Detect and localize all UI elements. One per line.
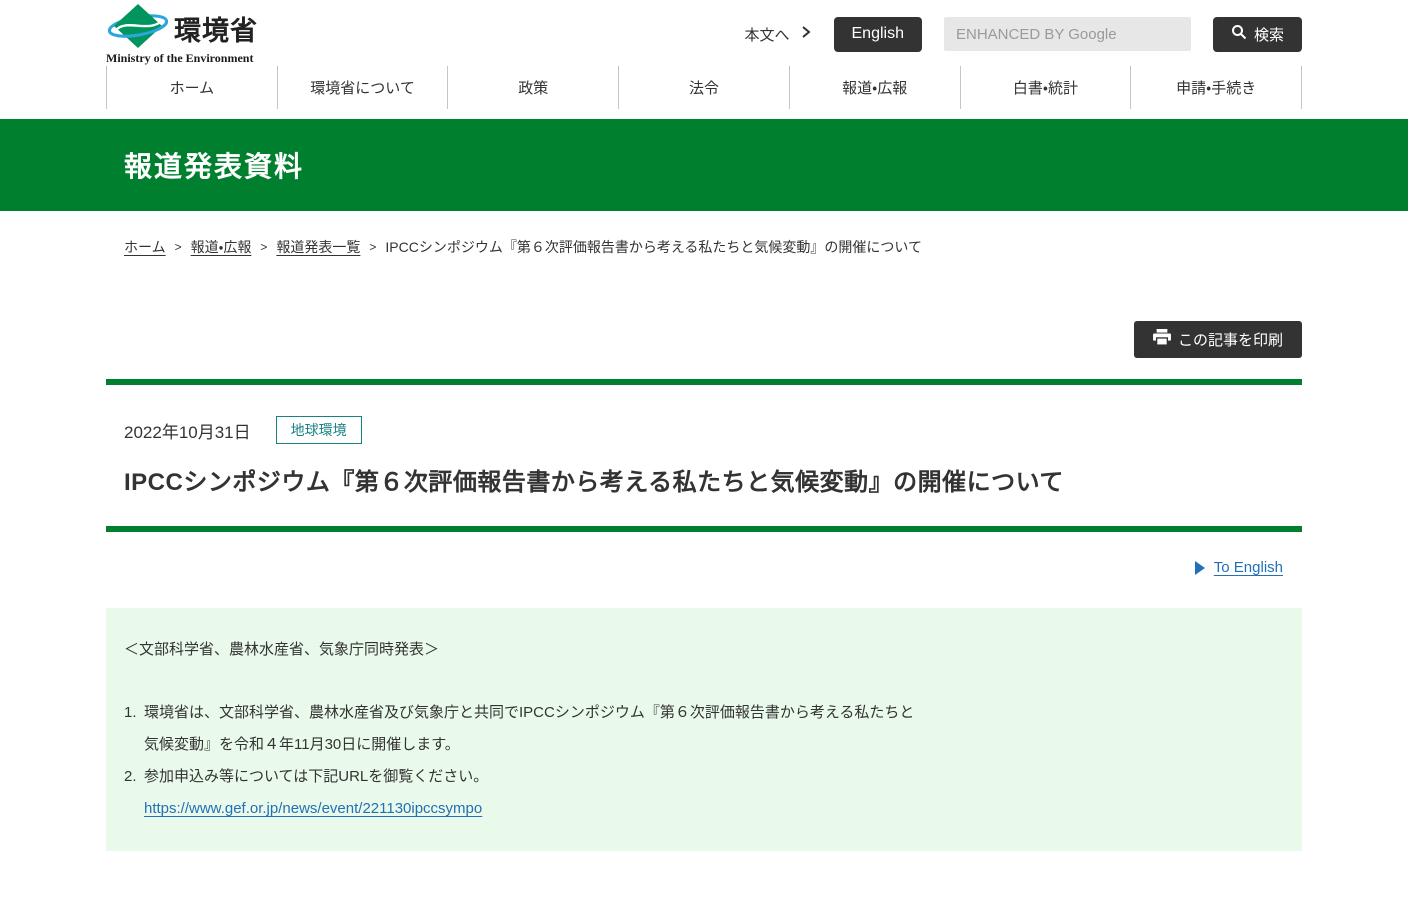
joint-release-note: ＜文部科学省、農林水産省、気象庁同時発表＞ bbox=[124, 638, 1282, 659]
item-1-line-2: 気候変動』を令和４年11月30日に開催します。 bbox=[144, 729, 1282, 761]
moe-logo-icon bbox=[106, 3, 170, 54]
breadcrumb-separator: > bbox=[175, 240, 182, 254]
page-banner-title: 報道発表資料 bbox=[106, 145, 1302, 185]
announcement-item-2: 2. 参加申込み等については下記URLを御覧ください。 https://www.… bbox=[124, 761, 1282, 825]
breadcrumb-link-press[interactable]: 報道・広報 bbox=[191, 237, 252, 257]
nav-item-press[interactable]: 報道・広報 bbox=[789, 66, 960, 109]
global-nav: ホーム 環境省について 政策 法令 報道・広報 白書・統計 申請・手続き bbox=[106, 66, 1302, 109]
nav-item-application[interactable]: 申請・手続き bbox=[1130, 66, 1302, 109]
article: この記事を印刷 2022年10月31日 地球環境 IPCCシンポジウム『第６次評… bbox=[106, 321, 1302, 851]
logo-subtitle: Ministry of the Environment bbox=[106, 51, 258, 66]
item-number: 1. bbox=[124, 697, 144, 761]
print-button-label: この記事を印刷 bbox=[1178, 329, 1283, 350]
english-button-label: English bbox=[852, 25, 904, 43]
breadcrumb-link-home[interactable]: ホーム bbox=[124, 237, 166, 257]
triangle-right-icon bbox=[1195, 561, 1205, 575]
nav-item-about[interactable]: 環境省について bbox=[277, 66, 448, 109]
print-article-button[interactable]: この記事を印刷 bbox=[1134, 321, 1302, 358]
search-button-label: 検索 bbox=[1254, 24, 1284, 45]
skip-link-label: 本文へ bbox=[744, 24, 789, 45]
green-divider-bottom bbox=[106, 526, 1302, 532]
breadcrumb-link-press-list[interactable]: 報道発表一覧 bbox=[276, 237, 360, 257]
moe-logo[interactable]: 環境省 Ministry of the Environment bbox=[106, 3, 258, 66]
symposium-url-link[interactable]: https://www.gef.or.jp/news/event/221130i… bbox=[144, 800, 482, 817]
article-date: 2022年10月31日 bbox=[124, 418, 251, 443]
chevron-right-icon bbox=[800, 25, 812, 43]
skip-to-content-link[interactable]: 本文へ bbox=[744, 24, 811, 45]
nav-item-policy[interactable]: 政策 bbox=[447, 66, 618, 109]
breadcrumb: ホーム > 報道・広報 > 報道発表一覧 > IPCCシンポジウム『第６次評価報… bbox=[106, 237, 1302, 257]
category-badge[interactable]: 地球環境 bbox=[276, 416, 362, 444]
breadcrumb-current: IPCCシンポジウム『第６次評価報告書から考える私たちと気候変動』の開催について bbox=[385, 237, 922, 257]
item-number: 2. bbox=[124, 761, 144, 825]
breadcrumb-separator: > bbox=[260, 240, 267, 254]
page-banner: 報道発表資料 bbox=[0, 119, 1408, 211]
printer-icon bbox=[1153, 329, 1171, 350]
green-divider-top bbox=[106, 379, 1302, 385]
logo-title: 環境省 bbox=[174, 9, 258, 48]
item-1-line-1: 環境省は、文部科学省、農林水産省及び気象庁と共同でIPCCシンポジウム『第６次評… bbox=[144, 697, 1282, 729]
announcement-item-1: 1. 環境省は、文部科学省、農林水産省及び気象庁と共同でIPCCシンポジウム『第… bbox=[124, 697, 1282, 761]
nav-item-home[interactable]: ホーム bbox=[106, 66, 277, 109]
nav-item-laws[interactable]: 法令 bbox=[618, 66, 789, 109]
nav-item-whitepaper[interactable]: 白書・統計 bbox=[960, 66, 1131, 109]
announcement-box: ＜文部科学省、農林水産省、気象庁同時発表＞ 1. 環境省は、文部科学省、農林水産… bbox=[106, 608, 1302, 851]
search-icon bbox=[1231, 24, 1247, 44]
site-header: 環境省 Ministry of the Environment 本文へ Engl… bbox=[106, 0, 1302, 66]
to-english-link[interactable]: To English bbox=[1214, 559, 1283, 576]
search-button[interactable]: 検索 bbox=[1213, 17, 1302, 52]
item-2-line-1: 参加申込み等については下記URLを御覧ください。 bbox=[144, 761, 1282, 793]
english-button[interactable]: English bbox=[834, 17, 922, 52]
breadcrumb-separator: > bbox=[369, 240, 376, 254]
search-input[interactable] bbox=[944, 17, 1191, 51]
article-title: IPCCシンポジウム『第６次評価報告書から考える私たちと気候変動』の開催について bbox=[106, 462, 1302, 497]
